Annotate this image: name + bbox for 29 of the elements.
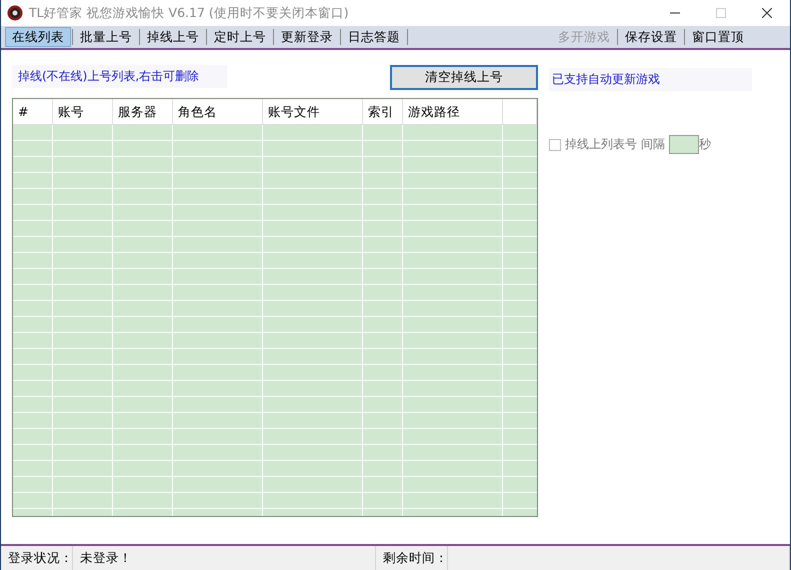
menu-tab[interactable]: 日志答题 xyxy=(342,27,406,47)
menu-tab[interactable]: 更新登录 xyxy=(275,27,339,47)
unit-label: 秒 xyxy=(699,136,711,153)
menu-tab[interactable]: 定时上号 xyxy=(208,27,272,47)
clear-button[interactable]: 清空掉线上号 xyxy=(390,64,538,90)
status-text: 登录状况： xyxy=(1,546,73,570)
menu-tab[interactable]: 批量上号 xyxy=(74,27,138,47)
interval-label: 间隔 xyxy=(641,136,665,153)
close-icon xyxy=(762,8,772,18)
status-text: 剩余时间： xyxy=(376,546,448,570)
maximize-icon xyxy=(716,8,726,18)
notice-text: 已支持自动更新游戏 xyxy=(549,68,752,91)
list-caption: 掉线(不在线)上号列表,右击可删除 xyxy=(12,64,228,88)
window-title: TL好管家 祝您游戏愉快 V6.17 (使用时不要关闭本窗口) xyxy=(29,4,349,22)
column-header[interactable]: 账号 xyxy=(53,99,113,124)
interval-field[interactable] xyxy=(669,135,699,154)
column-header[interactable]: 账号文件 xyxy=(263,99,363,124)
column-header[interactable]: # xyxy=(13,99,53,124)
toolbar-button[interactable]: 窗口置顶 xyxy=(686,27,750,47)
column-header[interactable]: 角色名 xyxy=(173,99,263,124)
toolbar-button[interactable]: 保存设置 xyxy=(619,27,683,47)
checkbox-label: 掉线上列表号 xyxy=(565,136,637,153)
menu-tab[interactable]: 在线列表 xyxy=(5,27,71,47)
column-header[interactable]: 服务器 xyxy=(113,99,173,124)
status-text: 未登录！ xyxy=(73,546,376,570)
column-header[interactable]: 游戏路径 xyxy=(403,99,503,124)
column-header[interactable]: 索引 xyxy=(363,99,403,124)
menu-tab[interactable]: 掉线上号 xyxy=(141,27,205,47)
app-logo-icon xyxy=(7,5,23,21)
